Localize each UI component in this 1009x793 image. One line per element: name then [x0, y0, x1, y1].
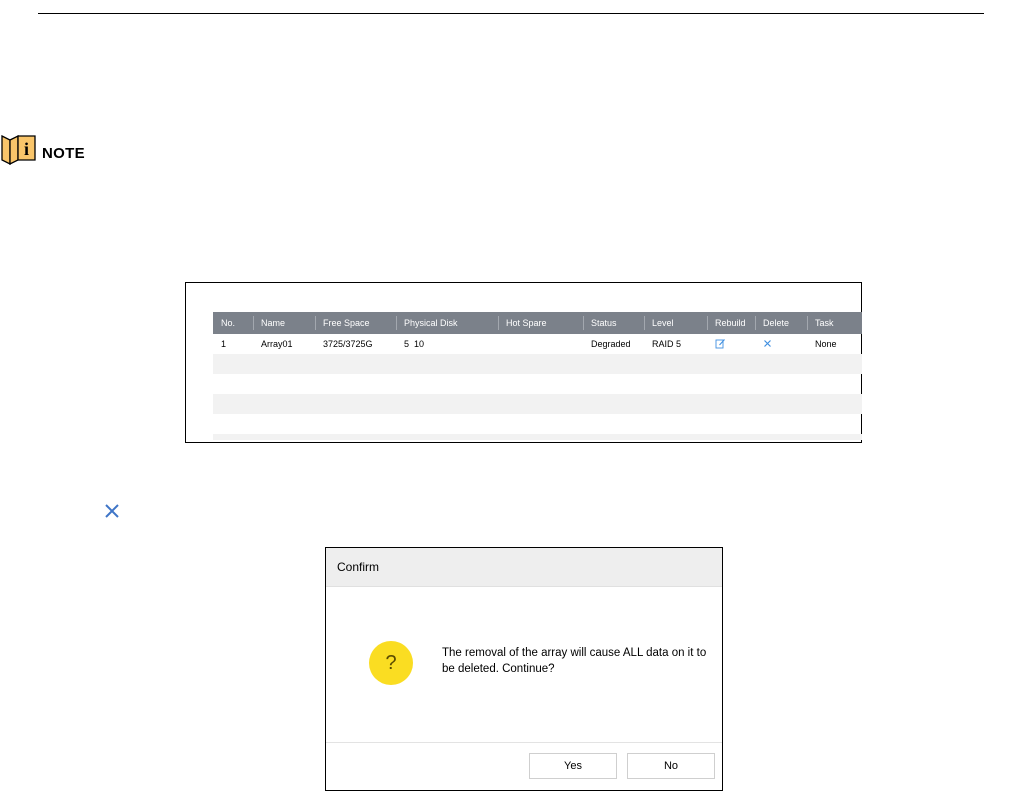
table-row-empty — [213, 374, 862, 394]
col-task: Task — [807, 312, 862, 334]
dialog-body: ? The removal of the array will cause AL… — [326, 587, 722, 743]
cell-name: Array01 — [261, 339, 293, 349]
delete-x-icon[interactable] — [763, 339, 772, 348]
table-row-empty — [213, 414, 862, 434]
dialog-footer: Yes No — [326, 743, 722, 791]
cell-level: RAID 5 — [652, 339, 682, 349]
header-rule — [38, 13, 984, 14]
dialog-title: Confirm — [326, 548, 722, 587]
dialog-message: The removal of the array will cause ALL … — [442, 647, 707, 675]
col-level: Level — [644, 312, 707, 334]
edit-icon[interactable] — [715, 338, 726, 349]
table-header: No. Name Free Space Physical Disk Hot Sp… — [213, 312, 862, 334]
table-row-empty — [213, 394, 862, 414]
question-icon: ? — [369, 641, 413, 685]
table-row-empty — [213, 434, 862, 440]
col-name: Name — [253, 312, 315, 334]
array-table: No. Name Free Space Physical Disk Hot Sp… — [213, 312, 862, 440]
col-no: No. — [221, 318, 236, 328]
array-table-screenshot: No. Name Free Space Physical Disk Hot Sp… — [185, 282, 862, 443]
cell-no: 1 — [221, 339, 227, 349]
col-free-space: Free Space — [315, 312, 396, 334]
no-button[interactable]: No — [627, 753, 715, 779]
info-book-icon: i — [1, 134, 36, 166]
col-physical-disk: Physical Disk — [396, 312, 498, 334]
col-status: Status — [583, 312, 644, 334]
cell-status: Degraded — [591, 339, 631, 349]
table-row[interactable]: 1 Array01 3725/3725G 5 10 Degraded RAID … — [213, 334, 862, 354]
col-hot-spare: Hot Spare — [498, 312, 583, 334]
cell-physical-disk: 5 10 — [404, 339, 425, 349]
yes-button[interactable]: Yes — [529, 753, 617, 779]
confirm-dialog: Confirm ? The removal of the array will … — [325, 547, 723, 791]
delete-x-icon — [105, 504, 119, 518]
cell-free-space: 3725/3725G — [323, 339, 373, 349]
svg-text:i: i — [24, 139, 29, 159]
table-row-empty — [213, 354, 862, 374]
note-callout: i NOTE — [0, 132, 85, 166]
note-label: NOTE — [42, 144, 85, 162]
col-delete: Delete — [755, 312, 807, 334]
cell-task: None — [815, 339, 837, 349]
col-rebuild: Rebuild — [707, 312, 755, 334]
